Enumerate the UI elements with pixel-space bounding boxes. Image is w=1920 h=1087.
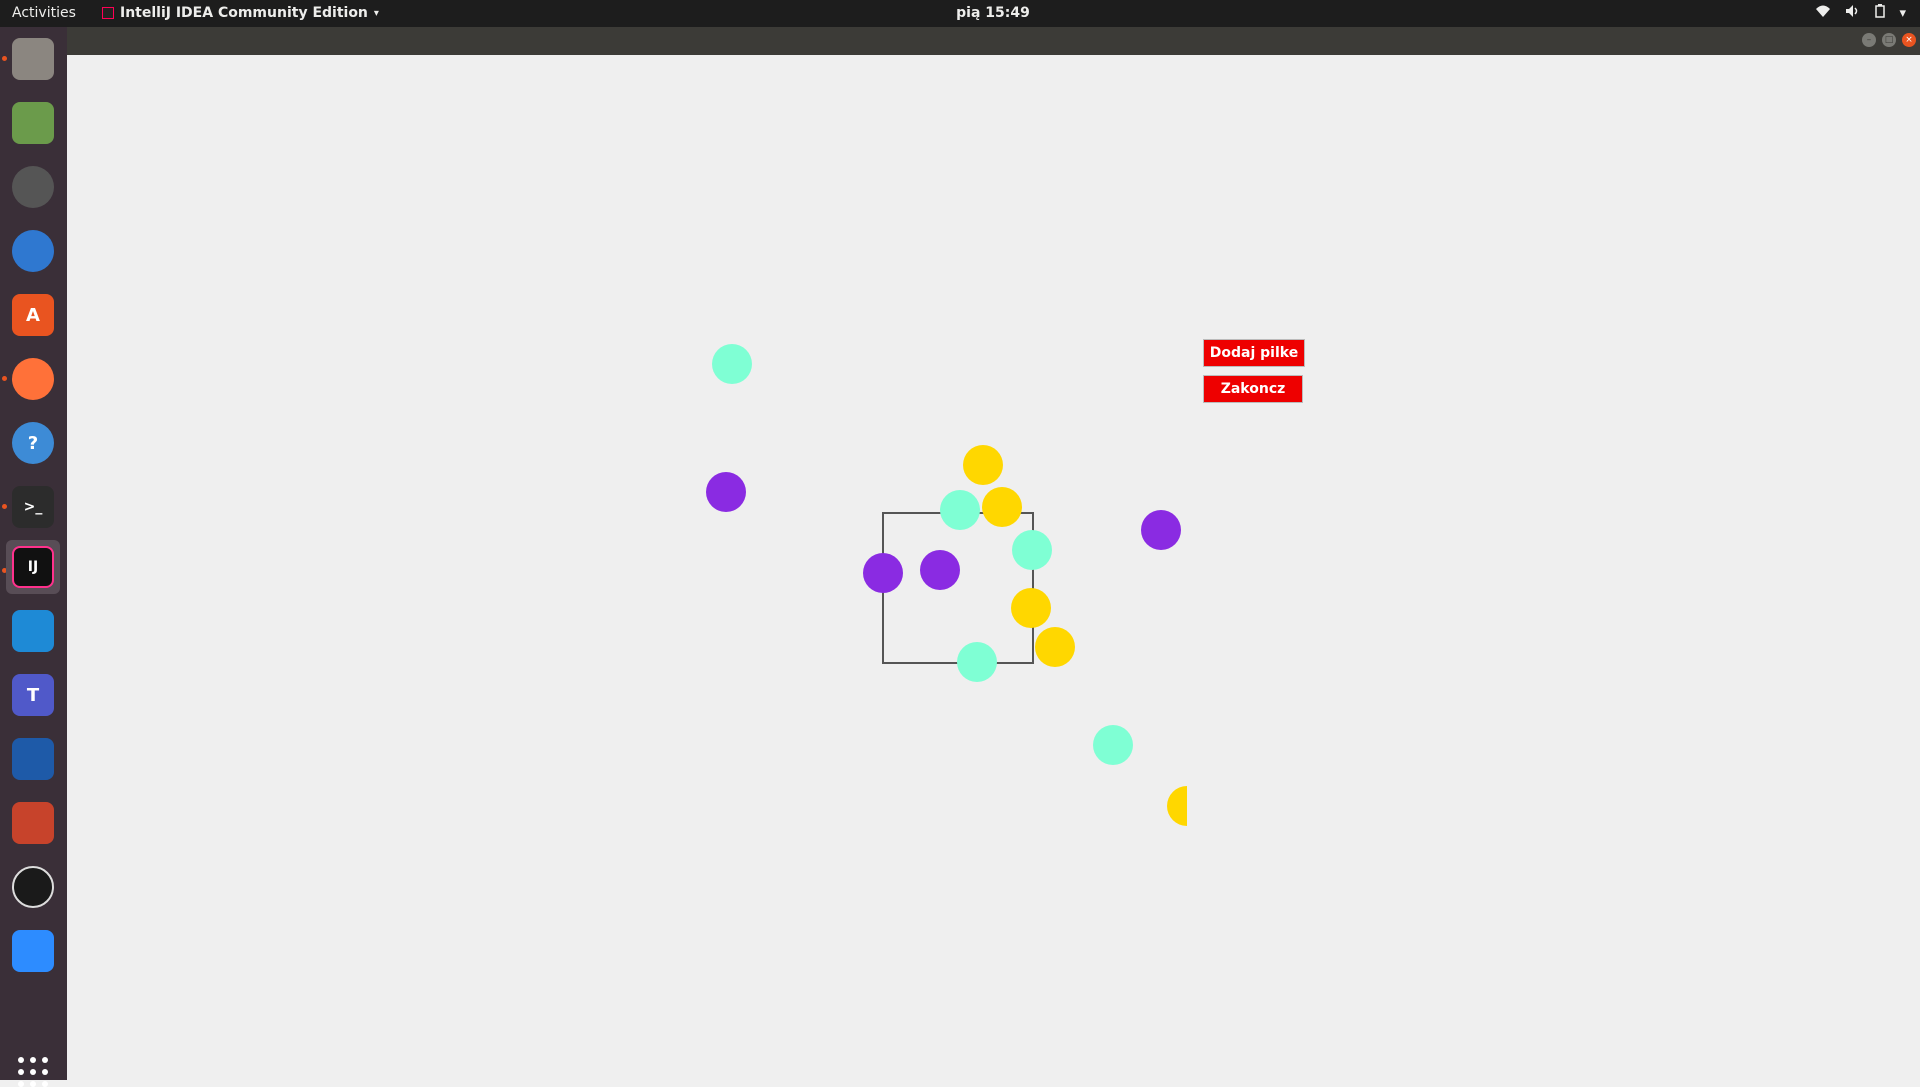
dock-item-rhythmbox[interactable] — [6, 160, 60, 214]
firefox-icon — [12, 358, 54, 400]
dock-item-zoom[interactable] — [6, 924, 60, 978]
dock-item-help[interactable]: ? — [6, 416, 60, 470]
window-titlebar[interactable]: – □ × — [67, 27, 1920, 55]
rhythmbox-icon — [12, 166, 54, 208]
dock: A ? >_ IJ T — [0, 27, 67, 1087]
show-applications-button[interactable] — [18, 1057, 48, 1087]
quit-button[interactable]: Zakoncz — [1203, 375, 1303, 403]
files-icon — [12, 38, 54, 80]
cyan-ball — [940, 490, 980, 530]
dock-item-software[interactable]: A — [6, 288, 60, 342]
minimize-button[interactable]: – — [1862, 33, 1876, 47]
software-center-icon: A — [12, 294, 54, 336]
terminal-icon: >_ — [12, 486, 54, 528]
ball-canvas[interactable]: Dodaj pilke Zakoncz — [67, 55, 1920, 1080]
dock-item-teams[interactable]: T — [6, 668, 60, 722]
dock-item-intellij[interactable]: IJ — [6, 540, 60, 594]
battery-icon — [1875, 4, 1886, 22]
obs-icon — [12, 866, 54, 908]
yellow-ball — [963, 445, 1003, 485]
impress-icon — [12, 802, 54, 844]
yellow-ball — [1035, 627, 1075, 667]
purple-ball — [920, 550, 960, 590]
wifi-icon — [1815, 4, 1831, 22]
add-ball-button[interactable]: Dodaj pilke — [1203, 339, 1305, 367]
help-icon: ? — [12, 422, 54, 464]
yellow-ball — [1011, 588, 1051, 628]
app-window: – □ × Dodaj pilke Zakoncz — [67, 27, 1920, 1080]
system-tray[interactable]: ▾ — [1815, 4, 1906, 22]
intellij-icon: IJ — [12, 546, 54, 588]
cyan-ball — [1093, 725, 1133, 765]
dock-item-writer[interactable] — [6, 732, 60, 786]
clock[interactable]: pią 15:49 — [0, 5, 1920, 21]
maximize-button[interactable]: □ — [1882, 33, 1896, 47]
zoom-icon — [12, 930, 54, 972]
purple-ball — [1141, 510, 1181, 550]
volume-icon — [1845, 4, 1861, 22]
cyan-ball — [957, 642, 997, 682]
cyan-ball — [1012, 530, 1052, 570]
dock-item-thunderbird[interactable] — [6, 224, 60, 278]
image-viewer-icon — [12, 102, 54, 144]
chevron-down-icon: ▾ — [1899, 5, 1906, 21]
box-outline — [882, 512, 1034, 664]
thunderbird-icon — [12, 230, 54, 272]
cyan-ball — [712, 344, 752, 384]
dock-item-impress[interactable] — [6, 796, 60, 850]
purple-ball — [706, 472, 746, 512]
yellow-ball — [1167, 786, 1187, 826]
dock-item-vscode[interactable] — [6, 604, 60, 658]
top-bar: Activities IntelliJ IDEA Community Editi… — [0, 0, 1920, 27]
purple-ball — [863, 553, 903, 593]
dock-item-files[interactable] — [6, 32, 60, 86]
teams-icon: T — [12, 674, 54, 716]
vscode-icon — [12, 610, 54, 652]
yellow-ball — [982, 487, 1022, 527]
dock-item-terminal[interactable]: >_ — [6, 480, 60, 534]
close-button[interactable]: × — [1902, 33, 1916, 47]
writer-icon — [12, 738, 54, 780]
dock-item-obs[interactable] — [6, 860, 60, 914]
dock-item-firefox[interactable] — [6, 352, 60, 406]
dock-item-image-viewer[interactable] — [6, 96, 60, 150]
